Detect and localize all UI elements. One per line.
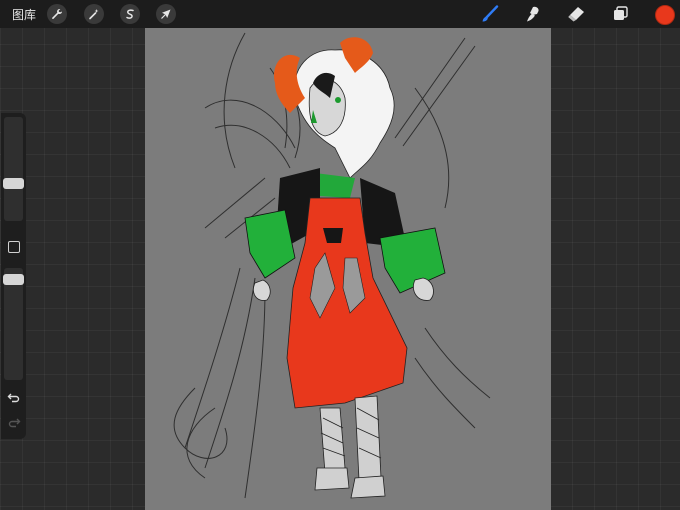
brush-size-slider[interactable] (4, 117, 23, 221)
brush-size-thumb[interactable] (3, 178, 24, 189)
layers-icon[interactable] (611, 5, 631, 23)
side-toolbar (1, 113, 26, 439)
smudge-icon[interactable] (524, 5, 544, 23)
artwork-sketch (173, 32, 491, 499)
color-picker-button[interactable] (655, 5, 675, 25)
magic-wand-icon[interactable] (84, 4, 104, 24)
square-icon[interactable] (8, 241, 20, 253)
opacity-thumb[interactable] (3, 274, 24, 285)
redo-icon[interactable] (7, 417, 21, 429)
undo-icon[interactable] (7, 392, 21, 404)
eraser-icon[interactable] (566, 5, 586, 23)
top-toolbar: 图库 (0, 0, 680, 28)
drawing-canvas[interactable] (145, 28, 551, 510)
wrench-icon[interactable] (47, 4, 67, 24)
selection-s-icon[interactable] (120, 4, 140, 24)
brush-icon[interactable] (480, 5, 500, 23)
arrow-cursor-icon[interactable] (156, 4, 176, 24)
gallery-button[interactable]: 图库 (12, 6, 36, 23)
